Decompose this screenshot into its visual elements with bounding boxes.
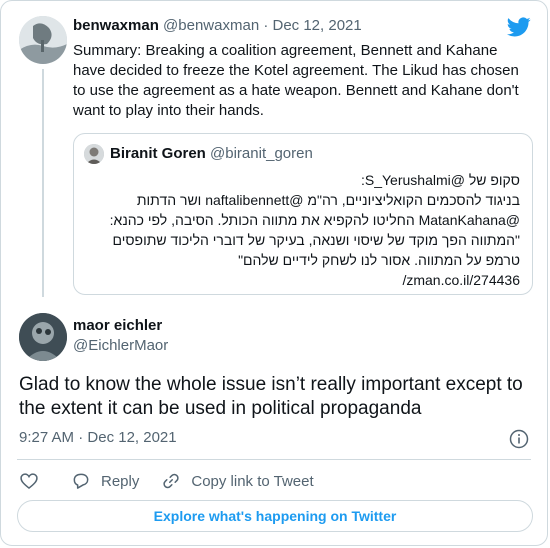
quoted-line: "המתווה הפך מוקד של שיסוי ושנאה, בעיקר ש… — [112, 232, 521, 248]
explore-twitter-button[interactable]: Explore what's happening on Twitter — [17, 500, 533, 532]
quoted-line: סקופ של @S_Yerushalmi: — [360, 172, 520, 188]
quoted-link[interactable]: zman.co.il/274436/ — [84, 270, 520, 290]
twitter-bird-icon[interactable] — [507, 15, 531, 39]
copy-link-button[interactable]: Copy link to Tweet — [161, 471, 314, 491]
like-button[interactable] — [19, 471, 49, 491]
main-handle[interactable]: @EichlerMaor — [73, 337, 168, 354]
divider — [17, 459, 531, 460]
parent-tweet-text: Summary: Breaking a coalition agreement,… — [73, 42, 519, 119]
separator-dot: · — [78, 429, 84, 446]
quoted-tweet-header: Biranit Goren @biranit_goren — [84, 144, 313, 164]
quoted-avatar — [84, 144, 104, 164]
quoted-display-name: Biranit Goren — [110, 144, 206, 162]
parent-tweet-header: benwaxman @benwaxman · Dec 12, 2021 — [73, 17, 362, 34]
quoted-tweet-text: סקופ של @S_Yerushalmi: בניגוד להסכמים הק… — [84, 170, 520, 290]
copy-link-label: Copy link to Tweet — [191, 472, 314, 490]
heart-icon — [20, 473, 38, 490]
parent-avatar[interactable] — [19, 16, 67, 64]
parent-handle[interactable]: @benwaxman — [163, 17, 259, 34]
tweet-embed-card: benwaxman @benwaxman · Dec 12, 2021 Summ… — [0, 0, 548, 546]
link-icon — [163, 473, 180, 489]
main-display-name[interactable]: maor eichler — [73, 317, 162, 334]
quoted-line: בניגוד להסכמים הקואליציוניים, רה"מ @naft… — [136, 192, 520, 208]
main-date[interactable]: Dec 12, 2021 — [87, 429, 176, 446]
reply-button[interactable]: Reply — [71, 471, 139, 491]
quoted-line: @MatanKahana החליטו להקפיא את מתווה הכות… — [109, 212, 520, 228]
main-avatar[interactable] — [19, 313, 67, 361]
reply-icon — [73, 473, 89, 489]
info-icon[interactable] — [509, 429, 529, 449]
action-bar: Reply Copy link to Tweet — [19, 469, 336, 493]
reply-label: Reply — [101, 472, 140, 490]
main-time[interactable]: 9:27 AM — [19, 429, 74, 446]
thread-connector-line — [42, 69, 44, 297]
quoted-handle: @biranit_goren — [210, 144, 313, 162]
parent-display-name[interactable]: benwaxman — [73, 17, 159, 34]
quoted-tweet[interactable]: Biranit Goren @biranit_goren סקופ של @S_… — [73, 133, 533, 295]
parent-date[interactable]: Dec 12, 2021 — [273, 17, 362, 34]
main-timestamp[interactable]: 9:27 AM · Dec 12, 2021 — [19, 429, 177, 446]
separator-dot: · — [263, 17, 269, 34]
main-tweet-text: Glad to know the whole issue isn’t reall… — [19, 374, 523, 419]
quoted-line: טרמפ על המתווה. אסור לנו לשחק לידיים שלה… — [238, 252, 520, 268]
